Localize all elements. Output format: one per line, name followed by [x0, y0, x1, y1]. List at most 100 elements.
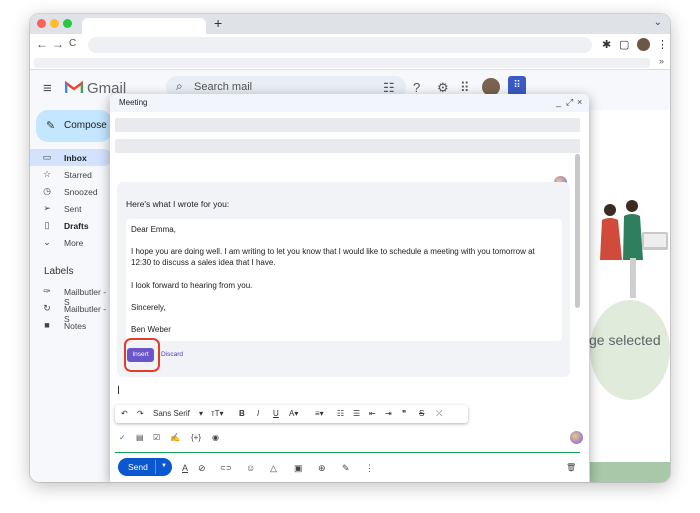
font-select[interactable]: Sans Serif [153, 409, 190, 418]
more-options-icon[interactable]: ⋮ [365, 463, 374, 474]
discard-button[interactable]: Discard [161, 351, 183, 358]
new-tab-button[interactable]: + [214, 15, 222, 31]
highlight-annotation [124, 338, 160, 372]
link-icon[interactable]: ⊂⊃ [220, 464, 232, 472]
send-button[interactable]: Send ▼ [118, 458, 172, 476]
nav-item-label: Drafts [64, 221, 89, 231]
signature-icon[interactable]: ✍ [170, 433, 180, 442]
subject-field[interactable] [115, 139, 580, 153]
lock-icon[interactable]: ⊕ [318, 463, 326, 474]
pencil-icon: ✎ [46, 120, 56, 132]
main-menu-icon[interactable]: ≡ [43, 80, 52, 97]
photo-icon[interactable]: ▣ [294, 463, 303, 474]
label-item-mailbutler-1[interactable]: ✑ Mailbutler - S [30, 283, 112, 307]
nav-item-starred[interactable]: ☆ Starred [30, 166, 112, 183]
strikethrough-button[interactable]: S [419, 409, 424, 418]
formatting-options-icon[interactable]: A [182, 463, 188, 473]
font-dropdown-icon[interactable]: ▾ [199, 409, 203, 418]
close-window-button[interactable] [37, 19, 46, 28]
labels-heading: Labels [44, 266, 74, 277]
ai-assistant-icon[interactable] [570, 431, 583, 444]
maximize-window-button[interactable] [63, 19, 72, 28]
label-item-notes[interactable]: ■ Notes [30, 317, 112, 334]
ai-suggestion-panel: Here's what I wrote for you: Dear Emma, … [117, 182, 570, 377]
clear-formatting-icon[interactable]: ⤫ [436, 409, 442, 419]
nav-item-sent[interactable]: ➢ Sent [30, 200, 112, 217]
help-icon[interactable]: ? [413, 80, 420, 95]
address-bar[interactable] [88, 37, 592, 53]
quote-icon[interactable]: ❞ [402, 409, 406, 418]
code-icon[interactable]: {+} [191, 433, 201, 442]
delete-icon[interactable]: 🗑 [566, 463, 576, 472]
reading-pane [590, 110, 670, 462]
people-illustration [600, 200, 668, 298]
drive-icon[interactable]: △ [270, 463, 277, 474]
numbered-list-icon[interactable]: ☷ [337, 409, 344, 418]
popout-icon[interactable]: ⤢ [566, 97, 573, 108]
formatting-toolbar: ↶ ↷ Sans Serif ▾ тT▾ B I U A▾ ≡▾ ☷ ☰ ⇤ ⇥… [115, 405, 468, 423]
profile-avatar[interactable] [637, 38, 650, 51]
text-color-button[interactable]: A▾ [289, 409, 298, 418]
redo-icon[interactable]: ↷ [137, 409, 144, 418]
attach-icon[interactable]: ⊘ [198, 463, 206, 474]
letter-body: I hope you are doing well. I am writing … [131, 247, 535, 267]
minimize-window-button[interactable] [50, 19, 59, 28]
side-panel-icon[interactable]: ▢ [619, 38, 629, 51]
align-button[interactable]: ≡▾ [315, 409, 324, 418]
reload-button[interactable]: C [69, 38, 76, 49]
template-icon[interactable]: ▤ [136, 433, 144, 442]
close-icon[interactable]: × [577, 97, 582, 107]
draft-icon: ▯ [44, 220, 50, 230]
italic-button[interactable]: I [257, 409, 259, 418]
mailbutler-icon[interactable]: ⠿ [508, 76, 526, 96]
emoji-icon[interactable]: ☺ [246, 463, 255, 473]
send-divider [155, 460, 156, 474]
nav-item-label: More [64, 238, 84, 248]
nav-item-label: Inbox [64, 153, 87, 163]
extensions-icon[interactable]: ✱ [602, 38, 611, 51]
bookmarks-placeholder [34, 58, 650, 68]
label-item-mailbutler-2[interactable]: ↻ Mailbutler - S [30, 300, 112, 324]
empty-state-illustration [590, 300, 670, 400]
generated-letter: Dear Emma, I hope you are doing well. I … [126, 219, 562, 341]
check-icon[interactable]: ✓ [119, 433, 126, 442]
forward-button[interactable]: → [52, 37, 64, 51]
browser-tab[interactable] [82, 18, 206, 34]
search-icon[interactable]: ⌕ [176, 79, 183, 94]
recipients-field[interactable] [115, 118, 580, 132]
nav-item-inbox[interactable]: ▭ Inbox [30, 149, 112, 166]
divider [115, 452, 580, 453]
tracking-eye-icon[interactable]: ◉ [212, 433, 219, 442]
nav-item-label: Snoozed [64, 187, 98, 197]
nav-item-more[interactable]: ⌄ More [30, 234, 112, 251]
letter-greeting: Dear Emma, [131, 225, 176, 234]
back-button[interactable]: ← [36, 37, 48, 51]
ai-heading: Here's what I wrote for you: [126, 199, 230, 209]
mailbutler-label-icon: ✑ [43, 286, 51, 296]
send-options-icon[interactable]: ▼ [161, 463, 167, 469]
mailbutler-label-icon: ↻ [43, 303, 51, 313]
task-icon[interactable]: ☑ [153, 433, 160, 442]
indent-less-icon[interactable]: ⇤ [369, 409, 376, 418]
browser-menu-icon[interactable]: ⋮ [657, 38, 668, 51]
bold-button[interactable]: B [239, 409, 245, 418]
compose-button[interactable]: ✎ Compose [36, 110, 112, 142]
scrollbar[interactable] [575, 154, 580, 308]
tab-search-icon[interactable]: ⌄ [654, 17, 662, 28]
underline-button[interactable]: U [273, 409, 279, 418]
bookmarks-more-icon[interactable]: » [659, 56, 664, 66]
letter-signoff: Sincerely, [131, 303, 166, 312]
footer-strip [590, 462, 670, 482]
font-size-select[interactable]: тT▾ [211, 409, 224, 418]
search-placeholder: Search mail [194, 81, 253, 93]
indent-more-icon[interactable]: ⇥ [385, 409, 392, 418]
extension-toolbar: ✓ ▤ ☑ ✍ {+} ◉ [115, 428, 583, 450]
undo-icon[interactable]: ↶ [121, 409, 128, 418]
compose-header: Meeting _ ⤢ × [110, 94, 589, 112]
bulleted-list-icon[interactable]: ☰ [353, 409, 360, 418]
nav-item-drafts[interactable]: ▯ Drafts [30, 217, 112, 234]
nav-item-snoozed[interactable]: ◷ Snoozed [30, 183, 112, 200]
browser-window: + ⌄ ← → C ✱ ▢ ⋮ » ≡ Gmail ⌕ Search mail … [30, 14, 670, 482]
pen-icon[interactable]: ✎ [342, 463, 350, 474]
minimize-icon[interactable]: _ [556, 97, 561, 107]
